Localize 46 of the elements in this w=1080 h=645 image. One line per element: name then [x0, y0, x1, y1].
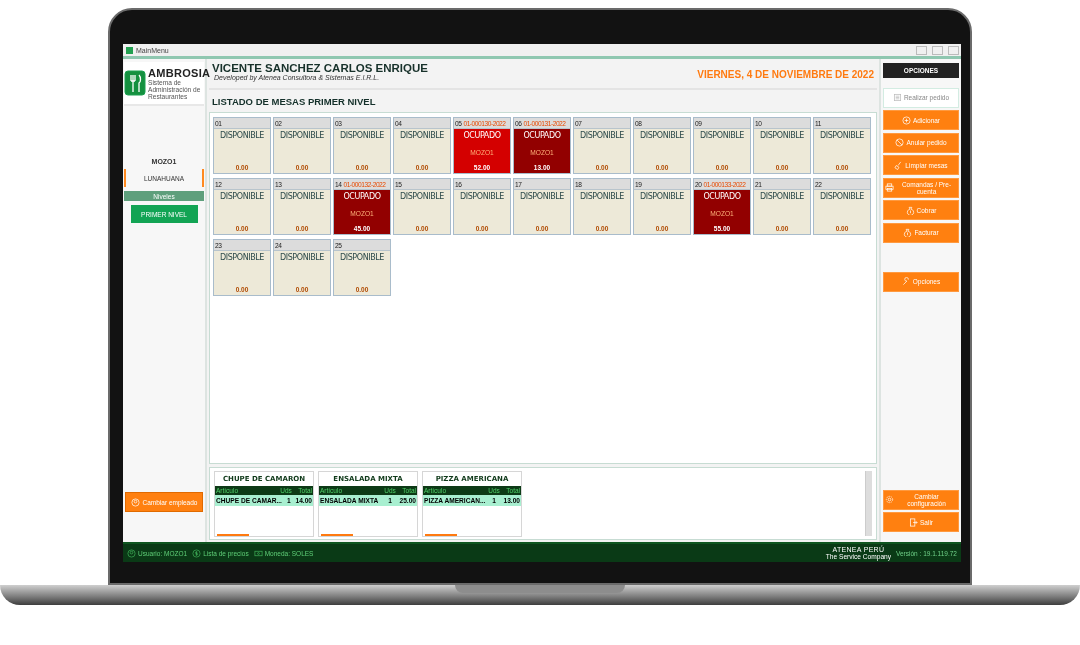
- section-title: LISTADO DE MESAS PRIMER NIVEL: [211, 94, 377, 109]
- table-status: DISPONIBLE: [219, 253, 265, 262]
- table-status: DISPONIBLE: [579, 192, 625, 201]
- logo-name: AMBROSIA: [148, 66, 211, 79]
- date-label: VIERNES, 4 DE NOVIEMBRE DE 2022: [697, 68, 875, 82]
- table-status: DISPONIBLE: [459, 192, 505, 201]
- table-status: DISPONIBLE: [279, 131, 325, 140]
- table-status: DISPONIBLE: [279, 253, 325, 262]
- settings-icon: [885, 495, 894, 504]
- table-status: OCUPADO: [523, 131, 561, 140]
- table-status: DISPONIBLE: [519, 192, 565, 201]
- money-bag-icon: [905, 205, 915, 215]
- table-status: DISPONIBLE: [279, 192, 325, 201]
- money-bag-icon: [903, 228, 913, 237]
- table-status: DISPONIBLE: [399, 192, 445, 201]
- table-status: DISPONIBLE: [819, 192, 865, 201]
- table-status: DISPONIBLE: [219, 131, 265, 140]
- user-icon: [130, 497, 140, 507]
- table-status: DISPONIBLE: [339, 253, 385, 262]
- table-status: DISPONIBLE: [639, 192, 685, 201]
- close-button[interactable]: [948, 45, 959, 55]
- dollar-icon: [192, 548, 202, 558]
- table-status: OCUPADO: [703, 192, 741, 201]
- table-status: DISPONIBLE: [579, 131, 625, 140]
- maximize-button[interactable]: [932, 45, 943, 55]
- app-icon: [126, 46, 133, 54]
- table-status: DISPONIBLE: [399, 131, 445, 140]
- table-status: DISPONIBLE: [759, 192, 805, 201]
- ban-icon: [895, 138, 905, 147]
- user-icon: [127, 548, 136, 558]
- employee-name: VICENTE SANCHEZ CARLOS ENRIQUE: [211, 61, 428, 74]
- table-status: OCUPADO: [343, 192, 381, 201]
- list-icon: [892, 93, 902, 102]
- table-status: OCUPADO: [463, 131, 501, 140]
- minimize-button[interactable]: [916, 45, 927, 55]
- table-status: DISPONIBLE: [639, 131, 685, 140]
- table-status: DISPONIBLE: [819, 131, 865, 140]
- table-status: DISPONIBLE: [219, 192, 265, 201]
- printer-icon: [885, 183, 894, 192]
- table-status: DISPONIBLE: [339, 131, 385, 140]
- plus-icon: [901, 115, 911, 125]
- exit-icon: [909, 517, 918, 527]
- table-status: DISPONIBLE: [699, 131, 745, 140]
- table-status: DISPONIBLE: [759, 131, 805, 140]
- money-icon: [253, 548, 263, 558]
- scrollbar[interactable]: [865, 471, 872, 536]
